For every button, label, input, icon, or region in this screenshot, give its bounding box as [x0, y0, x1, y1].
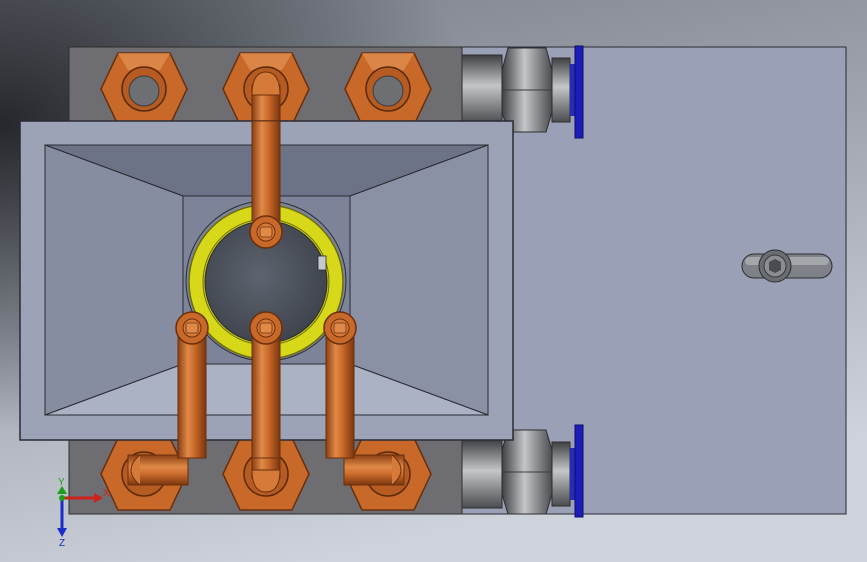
bottom-fitting-1[interactable]: [100, 437, 189, 511]
cad-viewport[interactable]: X Y Z: [0, 0, 867, 562]
latch-handle[interactable]: [741, 249, 833, 283]
lower-tube-left[interactable]: [175, 311, 209, 459]
lower-tube-right[interactable]: [323, 311, 357, 459]
top-fitting-3[interactable]: [344, 52, 432, 126]
lower-tube-center[interactable]: [249, 311, 283, 459]
triad-x-label: X: [103, 488, 110, 499]
assembly-view[interactable]: X Y Z: [0, 0, 867, 562]
bottom-fitting-3[interactable]: [343, 437, 432, 511]
top-fitting-2[interactable]: [222, 52, 310, 126]
triad-y-label: Y: [58, 477, 65, 488]
top-tube[interactable]: [249, 120, 283, 249]
top-fitting-1[interactable]: [100, 52, 188, 126]
triad-z-label: Z: [59, 538, 65, 549]
